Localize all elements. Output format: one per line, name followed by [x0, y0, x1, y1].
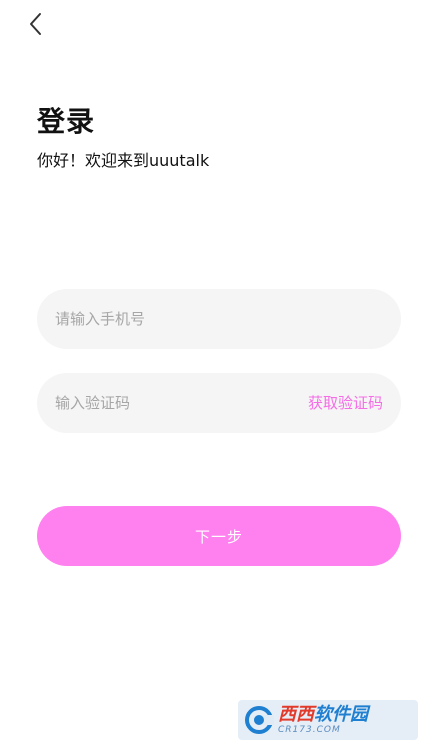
phone-field-container	[37, 289, 401, 349]
watermark-domain: CR173.COM	[278, 724, 341, 735]
back-button[interactable]	[22, 10, 50, 42]
site-watermark: 西西软件园 CR173.COM	[238, 700, 418, 740]
code-field-container: 获取验证码	[37, 373, 401, 433]
watermark-logo-icon	[245, 706, 274, 734]
next-button-label: 下一步	[194, 527, 243, 546]
watermark-brand-blue: 软件园	[314, 703, 368, 725]
next-button[interactable]: 下一步	[37, 506, 401, 566]
phone-input[interactable]	[55, 289, 385, 349]
watermark-brand-red: 西西	[278, 703, 314, 725]
verification-code-input[interactable]	[55, 373, 275, 433]
chevron-left-icon	[29, 12, 43, 40]
get-code-button[interactable]: 获取验证码	[308, 373, 383, 433]
page-title: 登录	[37, 105, 96, 138]
welcome-subtitle: 你好！欢迎来到uuutalk	[37, 151, 210, 170]
